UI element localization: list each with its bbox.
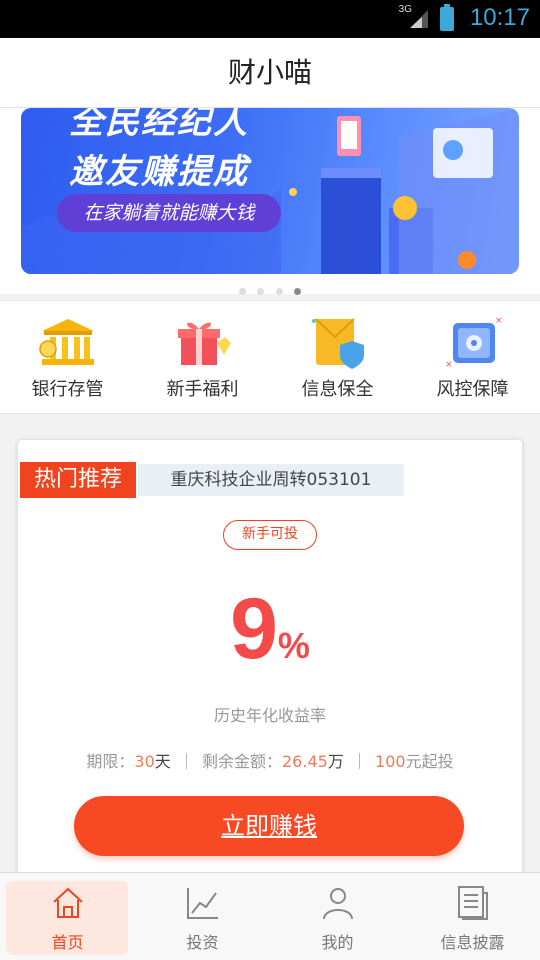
- banner-carousel[interactable]: 全民经纪人 邀友赚提成 在家躺着就能赚大钱: [0, 108, 540, 295]
- tab-label: 信息披露: [440, 933, 505, 952]
- remaining-value: 26.45: [282, 752, 328, 771]
- quick-item-risk-control[interactable]: × × 风控保障: [405, 301, 540, 413]
- svg-text:×: ×: [445, 360, 453, 370]
- signal-icon: [410, 10, 428, 28]
- term-value: 30: [134, 752, 155, 771]
- newbie-badge: 新手可投: [223, 520, 317, 550]
- home-icon: [52, 887, 83, 918]
- tab-mine[interactable]: 我的: [270, 873, 405, 960]
- carousel-dot[interactable]: [275, 288, 283, 295]
- carousel-dot[interactable]: [239, 288, 247, 295]
- safe-icon: × ×: [445, 316, 503, 370]
- rate-label: 历史年化收益率: [213, 706, 326, 725]
- tab-label: 我的: [321, 933, 354, 952]
- document-shield-icon: [311, 318, 364, 369]
- product-card[interactable]: 热门推荐 重庆科技企业周转053101 新手可投 9% 历史年化收益率 期限：3…: [18, 440, 522, 890]
- bottom-nav: 首页 投资 我的 信息披露: [0, 872, 540, 960]
- hot-recommend-tag: 热门推荐: [20, 462, 136, 498]
- battery-icon: [440, 4, 454, 31]
- chart-icon: [186, 888, 218, 919]
- status-bar: 3G 10:17: [0, 0, 540, 38]
- carousel-dot[interactable]: [257, 288, 265, 295]
- status-time: 10:17: [469, 4, 530, 31]
- product-info-row: 期限：30天 剩余金额：26.45万 100元起投: [18, 748, 522, 772]
- tab-label: 投资: [186, 933, 219, 952]
- quick-item-label: 新手福利: [166, 379, 239, 400]
- quick-item-label: 风控保障: [436, 379, 509, 400]
- rate-value: 9: [230, 581, 278, 677]
- tab-disclosure[interactable]: 信息披露: [405, 873, 540, 960]
- quick-item-info-security[interactable]: 信息保全: [270, 301, 405, 413]
- page-title: 财小喵: [227, 56, 312, 89]
- banner-tagline: 在家躺着就能赚大钱: [57, 194, 281, 232]
- min-invest-value: 100: [375, 752, 406, 771]
- banner-slide[interactable]: 全民经纪人 邀友赚提成 在家躺着就能赚大钱: [21, 108, 519, 274]
- banner-headline-1: 全民经纪人: [69, 108, 249, 142]
- divider: [358, 753, 360, 769]
- quick-item-label: 信息保全: [301, 379, 374, 400]
- annual-rate: 9%: [18, 580, 522, 679]
- tab-label: 首页: [51, 933, 84, 952]
- svg-text:×: ×: [495, 316, 503, 326]
- remaining-unit: 万: [327, 752, 344, 771]
- term-label: 期限：: [86, 752, 135, 771]
- carousel-dot-active[interactable]: [293, 288, 301, 295]
- product-name: 重庆科技企业周转053101: [138, 464, 404, 496]
- banner-headline-2: 邀友赚提成: [69, 152, 249, 192]
- quick-item-label: 银行存管: [31, 379, 104, 400]
- quick-item-bank-custody[interactable]: 银行存管: [0, 301, 135, 413]
- app-header: 财小喵: [0, 38, 540, 108]
- document-icon: [457, 886, 488, 920]
- quick-nav: 银行存管 新手福利 信息保全 × × 风控保障: [0, 300, 540, 414]
- carousel-indicator: [0, 280, 540, 299]
- gift-icon: [177, 322, 231, 365]
- tab-home[interactable]: 首页: [0, 873, 135, 960]
- term-unit: 天: [154, 752, 171, 771]
- quick-item-newbie-benefits[interactable]: 新手福利: [135, 301, 270, 413]
- remaining-label: 剩余金额：: [201, 752, 282, 771]
- bank-icon: [38, 319, 94, 365]
- user-icon: [322, 888, 353, 920]
- tab-invest[interactable]: 投资: [135, 873, 270, 960]
- invest-now-button[interactable]: 立即赚钱: [74, 796, 464, 856]
- rate-unit: %: [277, 625, 310, 666]
- divider: [185, 753, 187, 769]
- min-invest-unit: 元起投: [405, 752, 454, 771]
